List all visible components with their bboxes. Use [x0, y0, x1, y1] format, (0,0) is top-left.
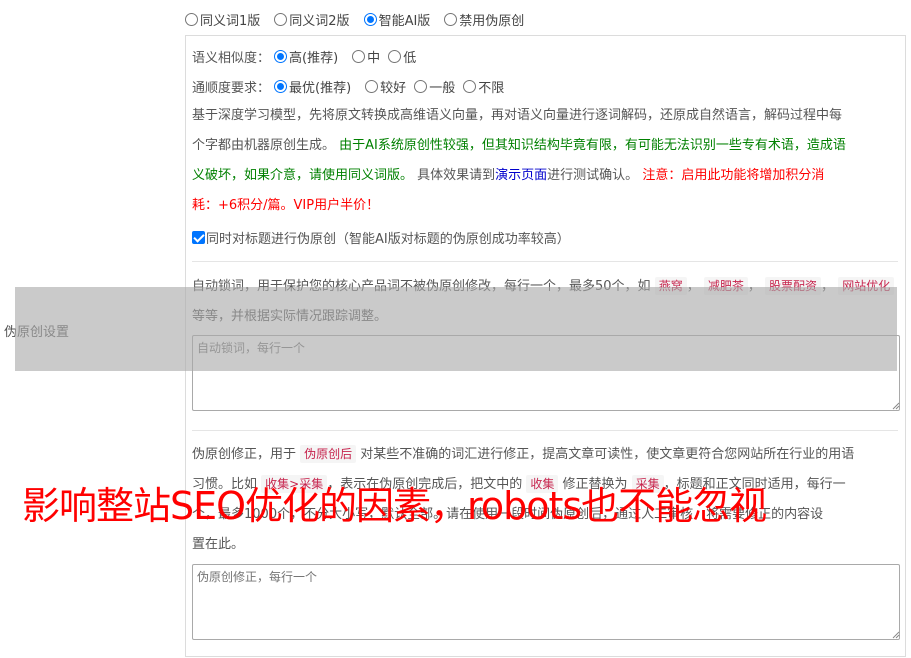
correction-text: 修正替换为	[558, 477, 632, 492]
correction-text: ，表示在伪原创完成后，把文中的	[327, 477, 527, 492]
correction-text: 置在此。	[192, 537, 245, 552]
radio-icon[interactable]	[185, 12, 198, 26]
correction-text: 习惯。比如	[192, 477, 262, 492]
radio-icon[interactable]	[388, 49, 402, 63]
similarity-row: 语义相似度： 高(推荐) 中 低	[192, 45, 424, 67]
keyword-example: 伪原创后	[300, 445, 357, 463]
description-text: 基于深度学习模型，先将原文转换成高维语义向量，再对语义向量进行逐词解码，还原成自…	[192, 108, 843, 123]
mode-option-ai[interactable]: 智能AI版	[363, 10, 431, 29]
radio-selected-icon[interactable]	[274, 79, 288, 93]
description-text: 具体效果请到	[413, 168, 496, 183]
ai-description: 基于深度学习模型，先将原文转换成高维语义向量，再对语义向量进行逐词解码，还原成自…	[192, 101, 898, 221]
checkbox-checked-icon[interactable]	[192, 230, 205, 244]
similarity-option-medium[interactable]: 中	[352, 47, 380, 66]
separator: ，	[747, 279, 761, 294]
option-label: 较好	[380, 80, 407, 96]
fluency-row: 通顺度要求： 最优(推荐) 较好 一般 不限	[192, 75, 512, 97]
keyword-example: 股票配资	[765, 277, 822, 295]
ai-limitation-note: 由于AI系统原创性较强，但其知识结构毕竟有限，有可能无法识别一些专有术语，造成语	[339, 138, 846, 153]
option-label: 不限	[478, 80, 505, 96]
mode-option-label: 同义词2版	[289, 13, 350, 29]
separator: ，	[686, 279, 700, 294]
radio-selected-icon[interactable]	[274, 49, 288, 63]
radio-icon[interactable]	[444, 12, 458, 26]
correction-description: 伪原创修正，用于 伪原创后 对某些不准确的词汇进行修正，提高文章可读性，使文章更…	[192, 440, 898, 560]
divider	[192, 430, 898, 431]
divider	[192, 261, 898, 262]
keyword-example: 收集>采集	[261, 475, 328, 493]
fluency-option-unlimited[interactable]: 不限	[463, 77, 504, 96]
title-rewrite-label: 同时对标题进行伪原创（智能AI版对标题的伪原创成功率较高）	[206, 231, 570, 247]
option-label: 最优(推荐)	[289, 80, 352, 96]
fluency-option-normal[interactable]: 一般	[414, 77, 455, 96]
ai-settings-panel: 语义相似度： 高(推荐) 中 低 通顺度要求： 最优(推荐) 较好 一般 不限 …	[185, 35, 906, 657]
radio-icon[interactable]	[463, 79, 477, 93]
lock-words-text: 等等，并根据实际情况跟踪调整。	[192, 309, 388, 324]
mode-option-synonym-1[interactable]: 同义词1版	[185, 10, 260, 29]
mode-option-synonym-2[interactable]: 同义词2版	[274, 10, 350, 29]
option-label: 低	[403, 50, 417, 66]
radio-icon[interactable]	[365, 79, 379, 93]
mode-option-disable[interactable]: 禁用伪原创	[444, 10, 524, 29]
keyword-example: 网站优化	[838, 277, 895, 295]
similarity-option-low[interactable]: 低	[388, 47, 416, 66]
mode-option-label: 禁用伪原创	[459, 13, 525, 29]
fluency-label: 通顺度要求：	[192, 80, 271, 96]
radio-selected-icon[interactable]	[363, 12, 377, 26]
credit-cost-warning: 注意：启用此功能将增加积分消	[642, 168, 825, 183]
separator: ，	[821, 279, 835, 294]
lock-words-description: 自动锁词，用于保护您的核心产品词不被伪原创修改，每行一个，最多50个，如 燕窝，…	[192, 272, 898, 332]
option-label: 中	[367, 50, 381, 66]
keyword-example: 采集	[631, 475, 664, 493]
keyword-example: 燕窝	[654, 277, 687, 295]
option-label: 一般	[429, 80, 456, 96]
lock-words-text: 自动锁词，用于保护您的核心产品词不被伪原创修改，每行一个，最多50个，如	[192, 279, 651, 294]
option-label: 高(推荐)	[289, 50, 339, 66]
lock-words-textarea[interactable]	[192, 335, 900, 411]
description-text: 进行测试确认。	[547, 168, 643, 183]
keyword-example: 收集	[526, 475, 559, 493]
lock-words-input-wrap	[186, 335, 907, 411]
description-text: 个字都由机器原创生成。	[192, 138, 340, 153]
radio-icon[interactable]	[414, 79, 428, 93]
mode-radio-group: 同义词1版 同义词2版 智能AI版 禁用伪原创	[185, 8, 532, 30]
keyword-example: 减肥茶	[703, 277, 748, 295]
correction-text: ，标题和正文同时适用，每行一	[663, 477, 846, 492]
correction-input-wrap	[186, 564, 907, 640]
similarity-label: 语义相似度：	[192, 50, 271, 66]
title-rewrite-checkbox-row[interactable]: 同时对标题进行伪原创（智能AI版对标题的伪原创成功率较高）	[192, 226, 570, 248]
section-label-rewrite-settings: 伪原创设置	[4, 325, 70, 340]
correction-text: 对某些不准确的词汇进行修正，提高文章可读性，使文章更符合您网站所在行业的用语	[356, 447, 855, 462]
correction-text: 个，最多1000个，不分大小写，默认全部。请在使用一段时间伪原创后，通过人工审核…	[192, 507, 824, 522]
correction-textarea[interactable]	[192, 564, 900, 640]
fluency-option-best[interactable]: 最优(推荐)	[274, 77, 351, 96]
credit-cost-warning: 耗：+6积分/篇。VIP用户半价！	[192, 198, 380, 213]
demo-page-link[interactable]: 演示页面	[495, 168, 547, 183]
radio-icon[interactable]	[352, 49, 366, 63]
radio-icon[interactable]	[274, 12, 288, 26]
correction-text: 伪原创修正，用于	[192, 447, 301, 462]
similarity-option-high[interactable]: 高(推荐)	[274, 47, 338, 66]
ai-limitation-note: 义破坏，如果介意，请使用同义词版。	[192, 168, 414, 183]
mode-option-label: 同义词1版	[200, 13, 261, 29]
mode-option-label: 智能AI版	[378, 13, 431, 29]
fluency-option-good[interactable]: 较好	[365, 77, 406, 96]
